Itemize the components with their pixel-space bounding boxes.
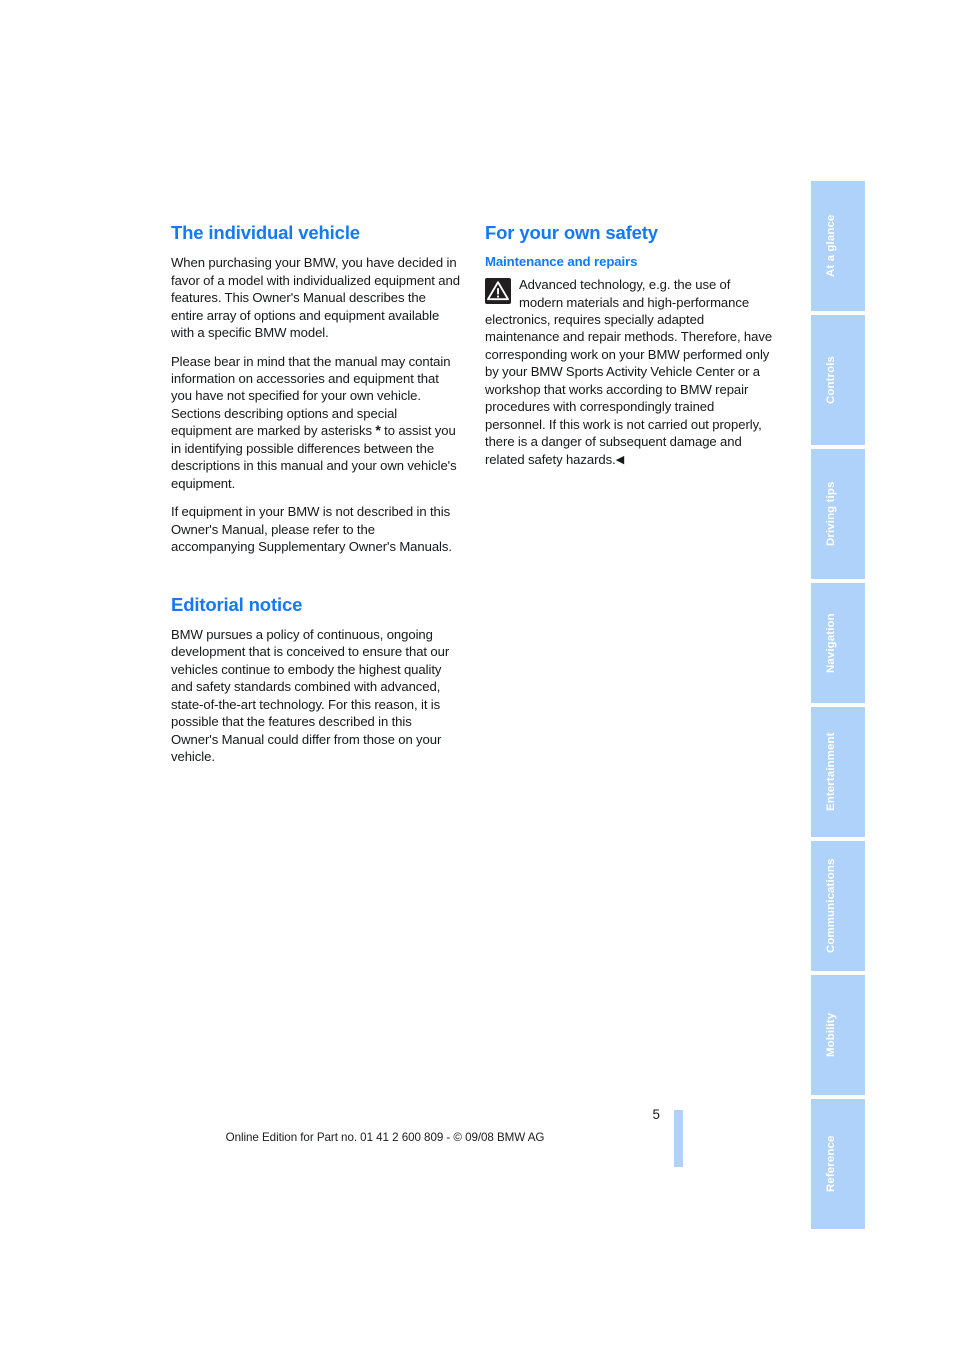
sidebar-tab-communications[interactable]: Communications	[811, 841, 865, 971]
page-number: 5	[652, 1107, 660, 1122]
sidebar-tab-label: Communications	[825, 858, 837, 954]
right-text-column: For your own safety Maintenance and repa…	[485, 222, 775, 468]
manual-page: The individual vehicle When purchasing y…	[0, 0, 954, 1350]
sidebar-tab-label: Reference	[825, 1135, 837, 1193]
sidebar-tab-driving-tips[interactable]: Driving tips	[811, 449, 865, 579]
sidebar-tab-label: Controls	[825, 355, 837, 405]
page-title-for-your-own-safety: For your own safety	[485, 222, 658, 243]
warning-text: Advanced technology, e.g. the use of mod…	[485, 277, 773, 467]
warning-note: Advanced technology, e.g. the use of mod…	[485, 276, 775, 468]
sidebar-tab-label: Driving tips	[825, 481, 837, 547]
warning-triangle-icon	[485, 278, 511, 305]
sidebar-tab-label: Mobility	[825, 1012, 837, 1058]
paragraph-purchasing: When purchasing your BMW, you have decid…	[171, 255, 460, 341]
footer-online-edition: Online Edition for Part no. 01 41 2 600 …	[225, 1131, 545, 1144]
paragraph-editorial-notice: BMW pursues a policy of continuous, ongo…	[171, 626, 450, 764]
sidebar-tab-label: Entertainment	[825, 732, 837, 812]
sidebar-tab-label: At a glance	[825, 214, 837, 278]
sidebar-tab-reference[interactable]: Reference	[811, 1099, 865, 1229]
sidebar-tab-entertainment[interactable]: Entertainment	[811, 707, 865, 837]
sidebar-tab-navigation[interactable]: Navigation	[811, 583, 865, 703]
paragraph-supplementary-manuals: If equipment in your BMW is not describe…	[171, 504, 452, 555]
page-title-individual-vehicle: The individual vehicle	[171, 222, 360, 243]
end-of-note-marker: ◀	[615, 453, 625, 466]
sidebar-tab-controls[interactable]: Controls	[811, 315, 865, 445]
paragraph-asterisks: Please bear in mind that the manual may …	[171, 353, 461, 493]
chapter-tab-strip: At a glance Controls Driving tips Naviga…	[811, 181, 865, 1229]
left-text-column: The individual vehicle When purchasing y…	[171, 222, 461, 765]
sidebar-tab-at-a-glance[interactable]: At a glance	[811, 181, 865, 311]
subheading-maintenance-and-repairs: Maintenance and repairs	[485, 254, 638, 270]
paragraph-warning-maintenance: Advanced technology, e.g. the use of mod…	[485, 276, 775, 468]
sidebar-tab-label: Navigation	[825, 613, 837, 673]
page-title-editorial-notice: Editorial notice	[171, 593, 303, 615]
sidebar-tab-mobility[interactable]: Mobility	[811, 975, 865, 1095]
